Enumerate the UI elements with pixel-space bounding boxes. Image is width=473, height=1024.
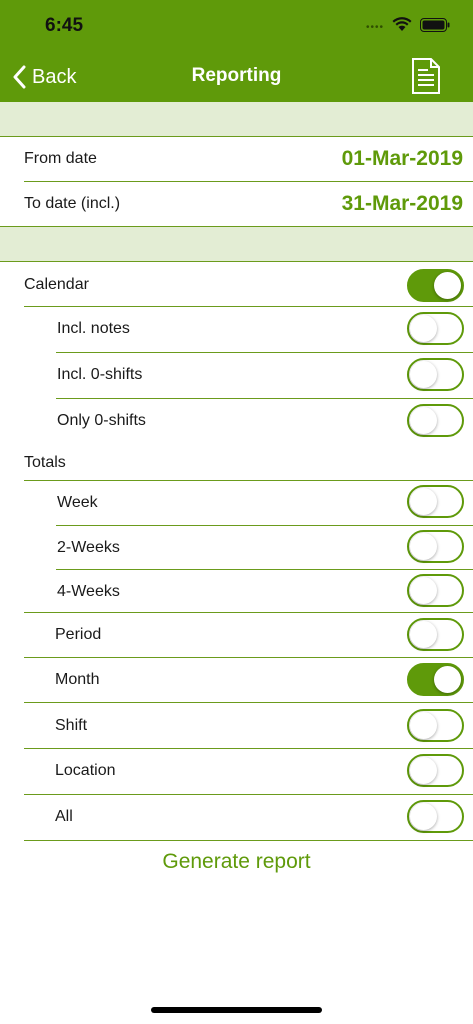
shift-toggle[interactable] (407, 709, 464, 742)
to-date-label: To date (incl.) (24, 195, 121, 212)
four-weeks-label: 4-Weeks (57, 583, 120, 600)
location-toggle[interactable] (407, 754, 464, 787)
generate-report-button[interactable]: Generate report (0, 850, 473, 874)
week-row: Week (0, 481, 473, 525)
document-icon[interactable] (411, 57, 441, 95)
page-title: Reporting (191, 65, 282, 86)
calendar-toggle[interactable] (407, 269, 464, 302)
from-date-row[interactable]: From date 01-Mar-2019 (0, 137, 473, 181)
two-weeks-toggle[interactable] (407, 530, 464, 563)
four-weeks-row: 4-Weeks (0, 570, 473, 614)
month-toggle[interactable] (407, 663, 464, 696)
incl-notes-toggle[interactable] (407, 312, 464, 345)
week-toggle[interactable] (407, 485, 464, 518)
only-zero-shifts-toggle[interactable] (407, 404, 464, 437)
all-label: All (55, 808, 73, 825)
totals-row: Totals (0, 441, 473, 485)
period-toggle[interactable] (407, 618, 464, 651)
status-time: 6:45 (45, 15, 84, 36)
calendar-label: Calendar (24, 276, 89, 293)
incl-zero-shifts-toggle[interactable] (407, 358, 464, 391)
incl-zero-shifts-row: Incl. 0-shifts (0, 353, 473, 397)
period-label: Period (55, 626, 102, 643)
month-label: Month (55, 671, 100, 688)
section-spacer (0, 227, 473, 261)
period-row: Period (0, 613, 473, 657)
divider (0, 261, 473, 262)
month-row: Month (0, 658, 473, 702)
nav-header: 6:45 •••• Back Reporting (0, 0, 473, 102)
all-row: All (0, 795, 473, 839)
calendar-row: Calendar (0, 263, 473, 307)
shift-label: Shift (55, 717, 88, 734)
totals-label: Totals (24, 454, 66, 471)
only-zero-shifts-row: Only 0-shifts (0, 399, 473, 443)
four-weeks-toggle[interactable] (407, 574, 464, 607)
incl-zero-shifts-label: Incl. 0-shifts (57, 366, 143, 383)
week-label: Week (57, 494, 98, 511)
two-weeks-row: 2-Weeks (0, 526, 473, 570)
location-row: Location (0, 749, 473, 793)
from-date-label: From date (24, 150, 97, 167)
wifi-icon (392, 17, 412, 31)
to-date-value[interactable]: 31-Mar-2019 (342, 192, 463, 216)
two-weeks-label: 2-Weeks (57, 539, 120, 556)
location-label: Location (55, 762, 116, 779)
divider (24, 702, 473, 703)
divider (24, 840, 473, 841)
from-date-value[interactable]: 01-Mar-2019 (342, 147, 463, 171)
battery-icon (420, 18, 450, 32)
incl-notes-row: Incl. notes (0, 307, 473, 351)
shift-row: Shift (0, 704, 473, 748)
to-date-row[interactable]: To date (incl.) 31-Mar-2019 (0, 182, 473, 226)
all-toggle[interactable] (407, 800, 464, 833)
cellular-signal-icon: •••• (366, 22, 385, 33)
incl-notes-label: Incl. notes (57, 320, 130, 337)
section-spacer (0, 102, 473, 136)
only-zero-shifts-label: Only 0-shifts (57, 412, 146, 429)
home-indicator (151, 1007, 322, 1013)
